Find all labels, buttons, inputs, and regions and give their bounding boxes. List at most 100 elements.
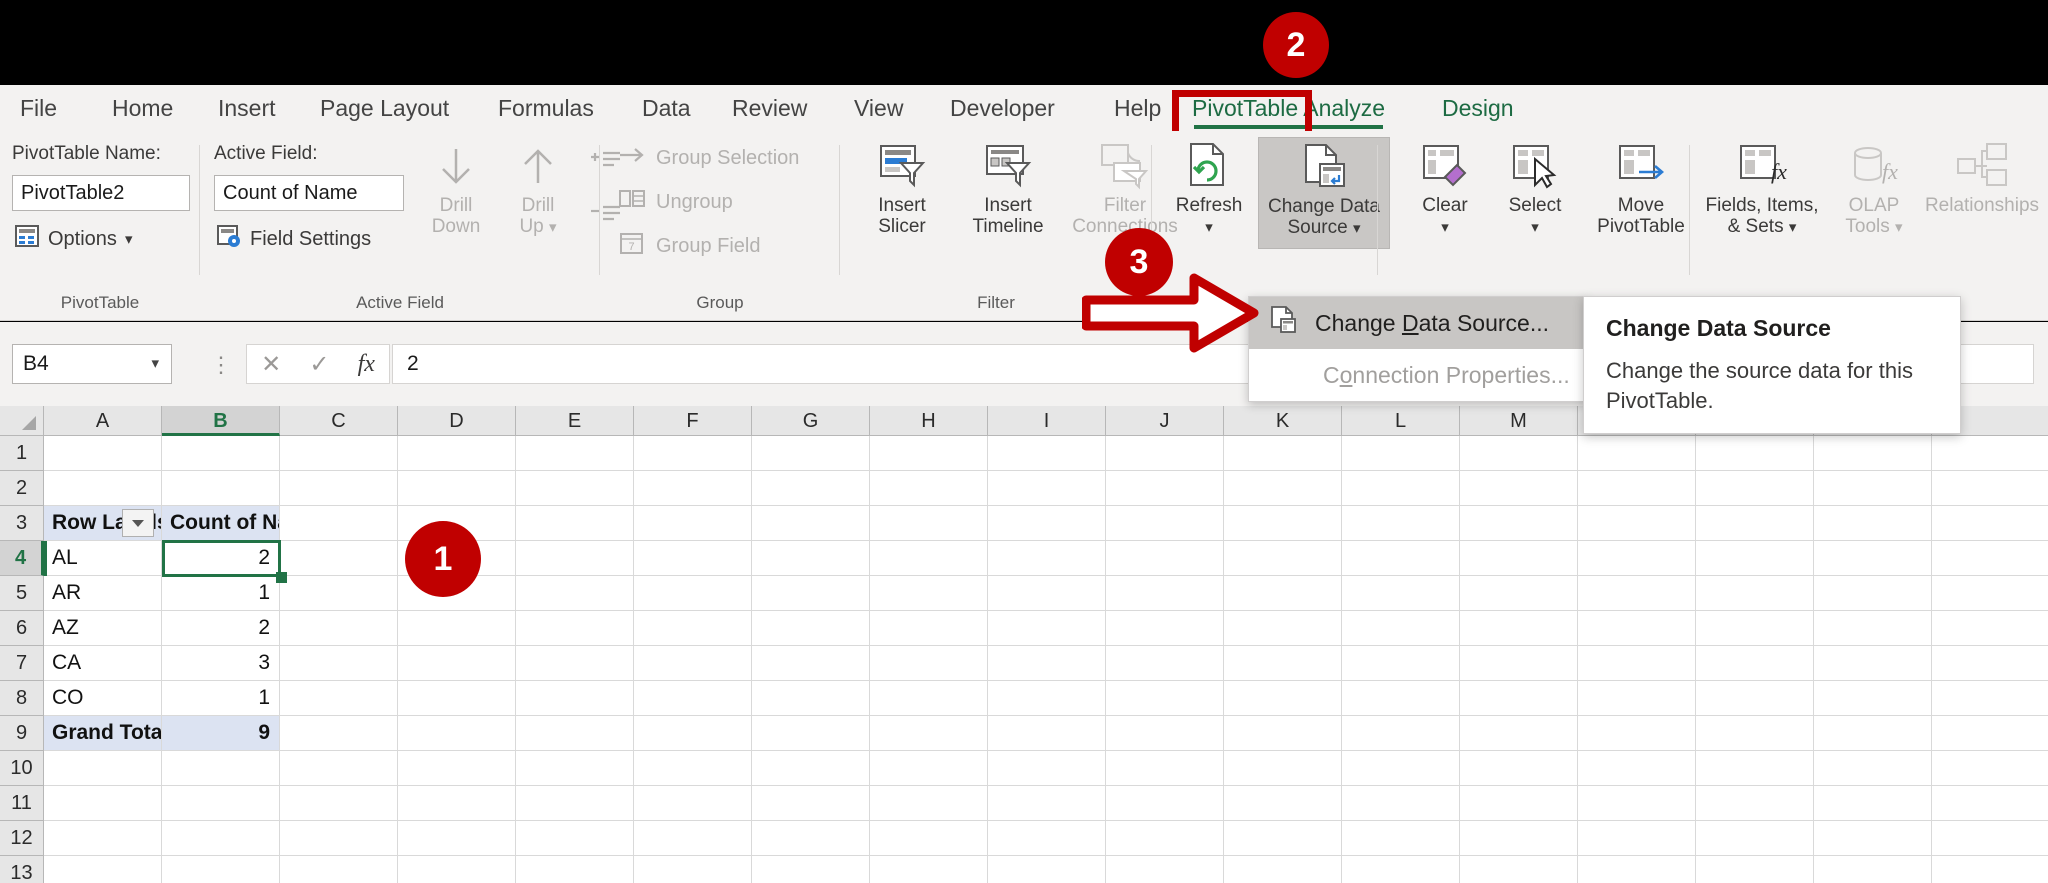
grid-cell[interactable]	[1342, 681, 1460, 716]
grid-cell[interactable]	[752, 681, 870, 716]
grid-cell[interactable]	[1106, 436, 1224, 471]
fx-icon[interactable]: fx	[358, 351, 375, 378]
tab-developer[interactable]: Developer	[948, 85, 1057, 131]
chevron-down-icon[interactable]: ▾	[1531, 219, 1539, 236]
grid-cell[interactable]	[516, 576, 634, 611]
grid-cell[interactable]	[280, 471, 398, 506]
grid-cell[interactable]	[1224, 716, 1342, 751]
grid-cell[interactable]	[1578, 856, 1696, 883]
grid-cell[interactable]	[634, 681, 752, 716]
grid-cell[interactable]	[870, 716, 988, 751]
tab-review[interactable]: Review	[730, 85, 809, 131]
cell-a6[interactable]: AZ	[44, 611, 162, 646]
grid-cell[interactable]	[1578, 681, 1696, 716]
grid-cell[interactable]	[1460, 506, 1578, 541]
grid-cell[interactable]	[1460, 646, 1578, 681]
grid-cell[interactable]	[1696, 471, 1814, 506]
grid-cell[interactable]	[1224, 646, 1342, 681]
fields-items-sets-button[interactable]: fx Fields, Items,& Sets ▾	[1698, 141, 1826, 238]
grid-cell[interactable]	[1460, 436, 1578, 471]
grid-cell[interactable]	[1932, 471, 2048, 506]
grid-cell[interactable]	[1696, 821, 1814, 856]
grid-cell[interactable]	[870, 856, 988, 883]
cell-b6[interactable]: 2	[162, 611, 280, 646]
grid-cell[interactable]	[1578, 716, 1696, 751]
grid-cell[interactable]	[1106, 786, 1224, 821]
grid-cell[interactable]	[988, 436, 1106, 471]
column-header-l[interactable]: L	[1342, 406, 1460, 436]
row-header-12[interactable]: 12	[0, 821, 44, 856]
grid-cell[interactable]	[1342, 751, 1460, 786]
tab-page-layout[interactable]: Page Layout	[318, 85, 451, 131]
column-header-i[interactable]: I	[988, 406, 1106, 436]
grid-cell[interactable]	[398, 821, 516, 856]
grid-cell[interactable]	[1106, 611, 1224, 646]
grid-cell[interactable]	[1814, 506, 1932, 541]
grid-cell[interactable]	[398, 646, 516, 681]
chevron-down-icon[interactable]: ▾	[1353, 220, 1361, 237]
grid-cell[interactable]	[280, 716, 398, 751]
tab-help[interactable]: Help	[1112, 85, 1163, 131]
grid-cell[interactable]	[752, 436, 870, 471]
grid-cell[interactable]	[162, 471, 280, 506]
grid-cell[interactable]	[752, 541, 870, 576]
grid-cell[interactable]	[1342, 576, 1460, 611]
grid-cell[interactable]	[398, 471, 516, 506]
grid-cell[interactable]	[752, 751, 870, 786]
change-data-source-button[interactable]: Change DataSource ▾	[1258, 137, 1390, 249]
row-labels-filter-button[interactable]	[122, 509, 154, 537]
grid-cell[interactable]	[1460, 576, 1578, 611]
grid-cell[interactable]	[1224, 681, 1342, 716]
grid-cell[interactable]	[1578, 751, 1696, 786]
refresh-button[interactable]: Refresh▾	[1162, 141, 1256, 238]
grid-cell[interactable]	[1106, 821, 1224, 856]
grid-cell[interactable]	[44, 471, 162, 506]
grid-cell[interactable]	[634, 611, 752, 646]
grid-cell[interactable]	[516, 716, 634, 751]
grid-cell[interactable]	[1814, 856, 1932, 883]
formula-bar-drag-handle[interactable]: ⋮	[210, 352, 232, 378]
grid-cell[interactable]	[280, 506, 398, 541]
grid-cell[interactable]	[1814, 646, 1932, 681]
grid-cell[interactable]	[1578, 611, 1696, 646]
grid-cell[interactable]	[988, 786, 1106, 821]
grid-cell[interactable]	[280, 856, 398, 883]
grid-cell[interactable]	[752, 611, 870, 646]
grid-cell[interactable]	[1342, 436, 1460, 471]
row-header-4[interactable]: 4	[0, 541, 44, 576]
row-header-7[interactable]: 7	[0, 646, 44, 681]
grid-cell[interactable]	[1342, 821, 1460, 856]
tab-file[interactable]: File	[18, 85, 59, 131]
tab-insert[interactable]: Insert	[216, 85, 278, 131]
grid-cell[interactable]	[752, 471, 870, 506]
row-header-10[interactable]: 10	[0, 751, 44, 786]
grid-cell[interactable]	[752, 856, 870, 883]
grid-cell[interactable]	[752, 786, 870, 821]
grid-cell[interactable]	[1224, 541, 1342, 576]
grid-cell[interactable]	[516, 856, 634, 883]
pivottable-options-button[interactable]: Options ▾	[14, 223, 132, 255]
grid-cell[interactable]	[1342, 506, 1460, 541]
grid-cell[interactable]	[988, 681, 1106, 716]
grid-cell[interactable]	[162, 751, 280, 786]
grid-cell[interactable]	[1106, 646, 1224, 681]
grid-cell[interactable]	[988, 576, 1106, 611]
grid-cell[interactable]	[398, 856, 516, 883]
grid-cell[interactable]	[1342, 541, 1460, 576]
grid-cell[interactable]	[280, 611, 398, 646]
grid-cell[interactable]	[1224, 436, 1342, 471]
grid-cell[interactable]	[1106, 541, 1224, 576]
cell-b9[interactable]: 9	[162, 716, 280, 751]
cell-b3[interactable]: Count of Name	[162, 506, 280, 541]
column-header-h[interactable]: H	[870, 406, 988, 436]
grid-cell[interactable]	[1342, 611, 1460, 646]
grid-cell[interactable]	[1696, 786, 1814, 821]
grid-cell[interactable]	[1932, 611, 2048, 646]
grid-cell[interactable]	[1932, 541, 2048, 576]
grid-cell[interactable]	[870, 786, 988, 821]
grid-cell[interactable]	[44, 436, 162, 471]
grid-cell[interactable]	[1696, 856, 1814, 883]
check-icon[interactable]: ✓	[309, 350, 329, 379]
close-icon[interactable]: ✕	[261, 350, 281, 379]
grid-cell[interactable]	[870, 471, 988, 506]
